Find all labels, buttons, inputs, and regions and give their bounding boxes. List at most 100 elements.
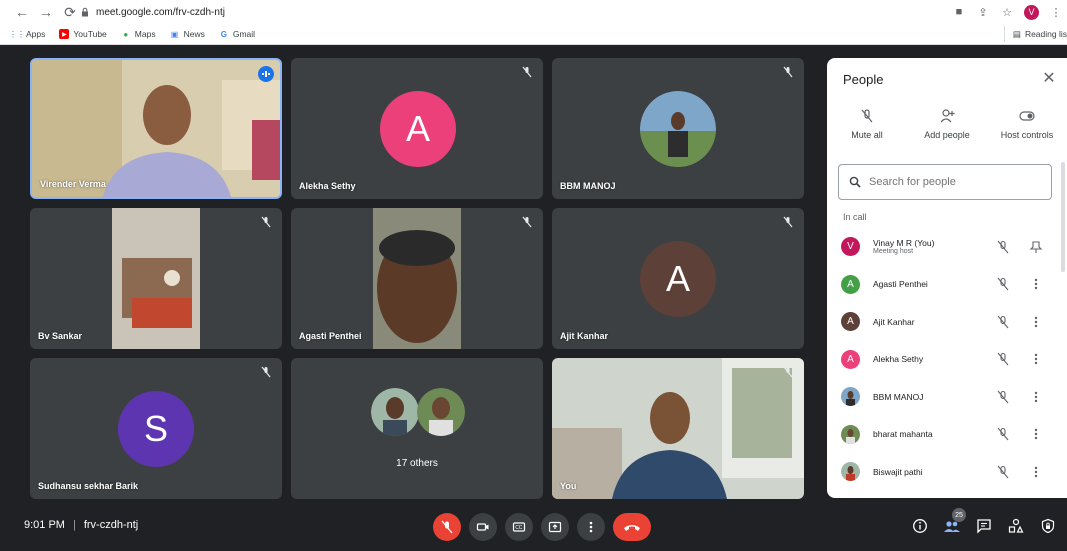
captions-button[interactable]: CC <box>505 513 533 541</box>
add-people-button[interactable]: Add people <box>907 108 987 140</box>
bookmark-apps[interactable]: ⋮⋮ Apps <box>9 29 45 39</box>
list-item[interactable]: A Alekha Sethy <box>827 341 1067 379</box>
participant-avatar: A <box>640 241 716 317</box>
participant-tile[interactable]: BBM MANOJ <box>552 58 804 199</box>
avatar: V <box>841 237 860 257</box>
participant-name: Sudhansu sekhar Barik <box>38 481 139 491</box>
chat-button[interactable] <box>975 517 993 535</box>
self-view-tile[interactable]: You <box>552 358 804 499</box>
bookmark-gmail[interactable]: G Gmail <box>219 29 255 39</box>
list-item[interactable]: A Ajit Kanhar <box>827 303 1067 341</box>
bookmark-label: Gmail <box>232 29 256 39</box>
bookmark-news[interactable]: ▣ News <box>170 29 205 39</box>
present-button[interactable] <box>541 513 569 541</box>
participant-name: Alekha Sethy <box>873 354 924 365</box>
participant-tile[interactable]: A Alekha Sethy <box>291 58 543 199</box>
bookmark-youtube[interactable]: ▶ YouTube <box>59 29 107 39</box>
star-icon[interactable]: ☆ <box>1000 5 1014 19</box>
others-count-label: 17 others <box>396 458 438 469</box>
mic-off-icon <box>261 366 271 378</box>
more-options-icon[interactable] <box>1029 390 1043 404</box>
leave-call-button[interactable] <box>613 513 651 541</box>
bookmarks-bar: ⋮⋮ Apps ▶ YouTube ● Maps ▣ News G Gmail <box>0 24 1067 44</box>
back-icon[interactable]: ← <box>12 2 32 22</box>
meeting-details-button[interactable] <box>911 517 929 535</box>
participant-tile[interactable]: S Sudhansu sekhar Barik <box>30 358 282 499</box>
youtube-icon: ▶ <box>59 29 70 39</box>
camera-toggle-button[interactable] <box>469 513 497 541</box>
host-controls-button[interactable] <box>1039 517 1057 535</box>
reading-list-icon: ▤ <box>1012 28 1021 39</box>
participant-name: Alekha Sethy <box>299 181 356 191</box>
reading-list-label: Reading lis <box>1024 29 1067 39</box>
participant-name: bharat mahanta <box>873 429 933 440</box>
participant-name: Ajit Kanhar <box>560 331 609 341</box>
google-icon: G <box>220 29 227 39</box>
lock-icon <box>82 7 88 17</box>
participant-tile[interactable]: Virender Verma <box>30 58 282 199</box>
others-avatar-photo <box>371 388 419 436</box>
browser-menu-icon[interactable]: ⋮ <box>1049 5 1063 19</box>
more-options-icon[interactable] <box>1029 277 1043 291</box>
more-options-icon[interactable] <box>1029 352 1043 366</box>
share-icon[interactable]: ⇪ <box>976 5 990 19</box>
hang-up-icon <box>624 525 640 531</box>
bookmark-maps[interactable]: ● Maps <box>121 29 156 39</box>
mic-toggle-button[interactable] <box>433 513 461 541</box>
list-item[interactable]: A Agasti Penthei <box>827 266 1067 304</box>
more-options-button[interactable] <box>577 513 605 541</box>
participant-tile[interactable]: Bv Sankar <box>30 208 282 349</box>
self-video <box>552 358 804 499</box>
participant-role: Meeting host <box>873 248 914 256</box>
add-person-icon <box>940 109 955 123</box>
mic-off-icon <box>997 315 1009 329</box>
panel-scrollbar[interactable] <box>1061 162 1065 272</box>
participant-name: Biswajit pathi <box>873 466 923 477</box>
list-item[interactable]: bharat mahanta <box>827 416 1067 454</box>
camera-indicator-icon[interactable]: ■ <box>952 5 966 19</box>
close-icon[interactable]: ✕ <box>1041 70 1057 87</box>
meeting-time: 9:01 PM <box>24 519 65 531</box>
avatar <box>841 462 860 482</box>
pin-icon[interactable] <box>1029 240 1043 254</box>
mic-off-icon <box>997 352 1009 366</box>
url-text: meet.google.com/frv-czdh-ntj <box>96 6 225 18</box>
participant-name: Virender Verma <box>40 179 106 189</box>
more-options-icon[interactable] <box>1029 465 1043 479</box>
mic-off-icon <box>783 66 793 78</box>
mic-off-icon <box>783 366 793 378</box>
search-input[interactable] <box>869 176 1039 188</box>
avatar <box>841 424 860 444</box>
participant-info: Vinay M R (You) Meeting host <box>873 238 934 255</box>
host-controls-button[interactable]: Host controls <box>987 108 1067 140</box>
activities-button[interactable] <box>1007 517 1025 535</box>
participant-video <box>373 208 461 349</box>
people-button[interactable]: 25 <box>943 508 966 535</box>
participant-name: Agasti Penthei <box>299 331 362 341</box>
participant-tile[interactable]: Agasti Penthei <box>291 208 543 349</box>
reading-list[interactable]: ▤ Reading lis <box>1003 26 1067 42</box>
participant-name: Vinay M R (You) <box>873 238 935 249</box>
more-options-icon[interactable] <box>1029 427 1043 441</box>
list-item[interactable]: BBM MANOJ <box>827 378 1067 416</box>
avatar: A <box>841 349 860 369</box>
info-icon <box>913 519 927 533</box>
list-item[interactable]: V Vinay M R (You) Meeting host <box>827 228 1067 266</box>
in-call-heading: In call <box>843 212 867 222</box>
participant-tile[interactable]: A Ajit Kanhar <box>552 208 804 349</box>
forward-icon[interactable]: → <box>36 2 56 22</box>
omnibox[interactable]: meet.google.com/frv-czdh-ntj <box>80 2 960 22</box>
participant-name: BBM MANOJ <box>560 181 616 191</box>
participant-avatar: A <box>380 91 456 167</box>
search-people-box[interactable] <box>838 164 1052 200</box>
more-options-icon[interactable] <box>1029 315 1043 329</box>
mute-all-button[interactable]: Mute all <box>827 108 907 140</box>
participant-name: You <box>560 481 577 491</box>
mic-off-icon <box>997 465 1009 479</box>
mic-off-icon <box>522 216 532 228</box>
profile-avatar[interactable]: V <box>1024 4 1039 20</box>
bookmark-label: Maps <box>134 29 156 39</box>
others-tile[interactable]: 17 others <box>291 358 543 499</box>
reload-icon[interactable]: ⟳ <box>60 2 80 22</box>
list-item[interactable]: Biswajit pathi <box>827 453 1067 491</box>
